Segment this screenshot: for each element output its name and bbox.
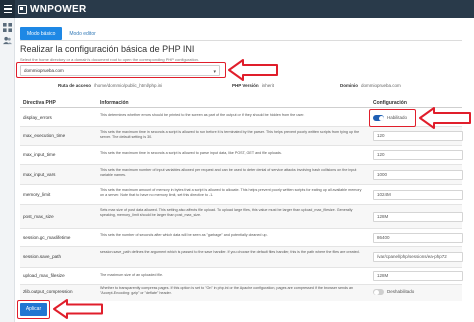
table-row: max_execution_time This sets the maximum… bbox=[20, 127, 463, 146]
directive-name: upload_max_filesize bbox=[23, 273, 65, 278]
max-input-vars-input[interactable]: 1000 bbox=[373, 170, 463, 180]
zlib-compression-toggle[interactable] bbox=[373, 289, 384, 295]
header-info: Información bbox=[100, 100, 129, 106]
directive-info: This sets the maximum time in seconds a … bbox=[100, 151, 282, 155]
annotation-box-toggle bbox=[369, 109, 416, 127]
table-header: Directiva PHP Información Configuración bbox=[20, 98, 462, 108]
directive-info: session.save_path defines the argument w… bbox=[100, 250, 360, 254]
mode-tabs: Modo básico Modo editor bbox=[20, 27, 103, 40]
top-bar: WNPOWER bbox=[0, 0, 474, 18]
sidebar bbox=[0, 18, 15, 322]
table-row: session.gc_maxlifetime This sets the num… bbox=[20, 229, 463, 247]
page-title: Realizar la configuración básica de PHP … bbox=[20, 44, 195, 54]
directive-name: display_errors bbox=[23, 115, 52, 120]
directive-name: max_execution_time bbox=[23, 133, 66, 138]
logo-icon bbox=[18, 4, 27, 14]
directive-info: This determines whether errors should be… bbox=[100, 113, 305, 117]
directive-name: zlib.output_compression bbox=[23, 289, 73, 294]
annotation-arrow-toggle-icon bbox=[419, 107, 471, 129]
max-execution-time-input[interactable]: 120 bbox=[373, 131, 463, 141]
annotation-arrow-select-icon bbox=[228, 59, 278, 81]
session-save-path-input[interactable]: /var/cpanel/php/sessions/ea-php72 bbox=[373, 252, 463, 262]
table-row: post_max_size Sets max size of post data… bbox=[20, 205, 463, 229]
table-row: max_input_vars This sets the maximum num… bbox=[20, 165, 463, 185]
memory-limit-input[interactable]: 1024M bbox=[373, 190, 463, 200]
table-row: max_input_time This sets the maximum tim… bbox=[20, 146, 463, 165]
directive-info: The maximum size of an uploaded file. bbox=[100, 273, 164, 277]
header-directive: Directiva PHP bbox=[23, 100, 56, 106]
directive-name: max_input_time bbox=[23, 152, 56, 157]
tab-editor-mode[interactable]: Modo editor bbox=[62, 27, 102, 40]
tab-divider bbox=[20, 40, 462, 41]
directive-info: This sets the number of seconds after wh… bbox=[100, 233, 268, 237]
directive-name: post_max_size bbox=[23, 214, 54, 219]
grid-icon[interactable] bbox=[3, 23, 12, 32]
path-info: Ruta de acceso/home/dommio/public_html/p… bbox=[58, 83, 163, 88]
directive-name: session.save_path bbox=[23, 254, 62, 259]
directive-name: session.gc_maxlifetime bbox=[23, 235, 71, 240]
directive-info: This sets the maximum time in seconds a … bbox=[100, 130, 360, 139]
tab-basic-mode[interactable]: Modo básico bbox=[20, 27, 63, 40]
brand-name: WNPOWER bbox=[30, 3, 87, 15]
table-row: session.save_path session.save_path defi… bbox=[20, 247, 463, 268]
directive-name: memory_limit bbox=[23, 192, 51, 197]
post-max-size-input[interactable]: 128M bbox=[373, 212, 463, 222]
directive-info: This sets the maximum number of input va… bbox=[100, 168, 357, 177]
table-row: memory_limit This sets the maximum amoun… bbox=[20, 185, 463, 205]
directive-info: Sets max size of post data allowed. This… bbox=[100, 208, 353, 217]
php-version-info: PHP Versión inherit bbox=[232, 83, 274, 88]
users-icon[interactable] bbox=[3, 36, 12, 45]
table-row: upload_max_filesize The maximum size of … bbox=[20, 268, 463, 285]
max-input-time-input[interactable]: 120 bbox=[373, 150, 463, 160]
header-config: Configuración bbox=[373, 100, 407, 106]
menu-icon[interactable] bbox=[0, 0, 15, 18]
toggle-state-label: Deshabilitado bbox=[387, 289, 415, 294]
annotation-box-apply bbox=[17, 300, 50, 319]
directive-info: This sets the maximum amount of memory i… bbox=[100, 188, 362, 197]
upload-max-filesize-input[interactable]: 128M bbox=[373, 271, 463, 281]
session-gc-maxlifetime-input[interactable]: 86400 bbox=[373, 233, 463, 243]
directive-name: max_input_vars bbox=[23, 172, 56, 177]
domain-info: Dominio dommiopruebа.com bbox=[340, 83, 401, 88]
annotation-arrow-apply-icon bbox=[53, 299, 103, 319]
directive-info: Whether to transparently compress pages.… bbox=[100, 286, 354, 295]
annotation-box-select bbox=[16, 62, 226, 78]
